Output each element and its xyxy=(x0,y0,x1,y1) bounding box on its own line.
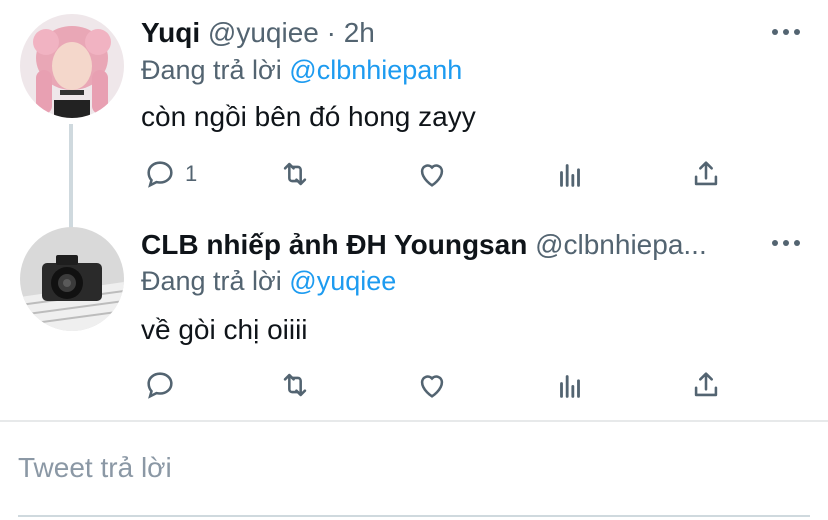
share-button[interactable] xyxy=(689,368,723,402)
mention-link[interactable]: @clbnhiepanh xyxy=(289,55,462,85)
action-bar xyxy=(141,368,741,408)
timestamp[interactable]: 2h xyxy=(344,17,375,48)
share-icon xyxy=(694,161,718,186)
retweet-button[interactable] xyxy=(278,368,312,402)
retweet-icon xyxy=(283,162,307,186)
action-bar: 1 xyxy=(141,157,741,197)
reply-button[interactable] xyxy=(143,368,185,402)
reply-composer-input[interactable]: Tweet trả lời xyxy=(18,452,172,484)
thread-line xyxy=(69,124,73,228)
tweet-header: Yuqi @yuqiee · 2h xyxy=(141,17,375,49)
avatar-yuqi[interactable] xyxy=(20,14,124,118)
handle[interactable]: @yuqiee xyxy=(208,17,319,48)
tweet-text: về gòi chị oiiii xyxy=(141,314,308,345)
replying-to: Đang trả lời @yuqiee xyxy=(141,266,396,297)
like-button[interactable] xyxy=(415,157,449,191)
analytics-icon xyxy=(560,164,580,187)
share-button[interactable] xyxy=(689,157,723,191)
tweet-clb[interactable]: CLB nhiếp ảnh ĐH Youngsan @clbnhiepa... … xyxy=(0,215,828,420)
replying-to-label: Đang trả lời xyxy=(141,266,282,296)
like-icon xyxy=(420,164,444,187)
retweet-button[interactable] xyxy=(278,157,312,191)
reply-icon xyxy=(147,372,173,399)
composer-underline xyxy=(18,515,810,517)
share-icon xyxy=(694,372,718,397)
display-name[interactable]: CLB nhiếp ảnh ĐH Youngsan xyxy=(141,229,527,260)
separator: · xyxy=(326,17,336,48)
tweet-text: còn ngồi bên đó hong zayy xyxy=(141,101,476,132)
replying-to-label: Đang trả lời xyxy=(141,55,282,85)
mention-link[interactable]: @yuqiee xyxy=(289,266,396,296)
tweet-yuqi[interactable]: Yuqi @yuqiee · 2h Đang trả lời @clbnhiep… xyxy=(0,0,828,228)
like-icon xyxy=(420,375,444,398)
analytics-button[interactable] xyxy=(553,368,587,402)
avatar-clb[interactable] xyxy=(20,227,124,331)
retweet-icon xyxy=(283,373,307,397)
replying-to: Đang trả lời @clbnhiepanh xyxy=(141,55,462,86)
like-button[interactable] xyxy=(415,368,449,402)
more-icon[interactable] xyxy=(772,29,800,35)
reply-icon xyxy=(147,161,173,188)
more-icon[interactable] xyxy=(772,240,800,246)
display-name[interactable]: Yuqi xyxy=(141,17,200,48)
tweet-header: CLB nhiếp ảnh ĐH Youngsan @clbnhiepa... xyxy=(141,229,707,261)
handle[interactable]: @clbnhiepa... xyxy=(535,229,707,260)
analytics-button[interactable] xyxy=(553,157,587,191)
reply-button[interactable]: 1 xyxy=(143,157,197,191)
reply-count: 1 xyxy=(185,161,198,186)
divider xyxy=(0,420,828,422)
analytics-icon xyxy=(560,375,580,398)
